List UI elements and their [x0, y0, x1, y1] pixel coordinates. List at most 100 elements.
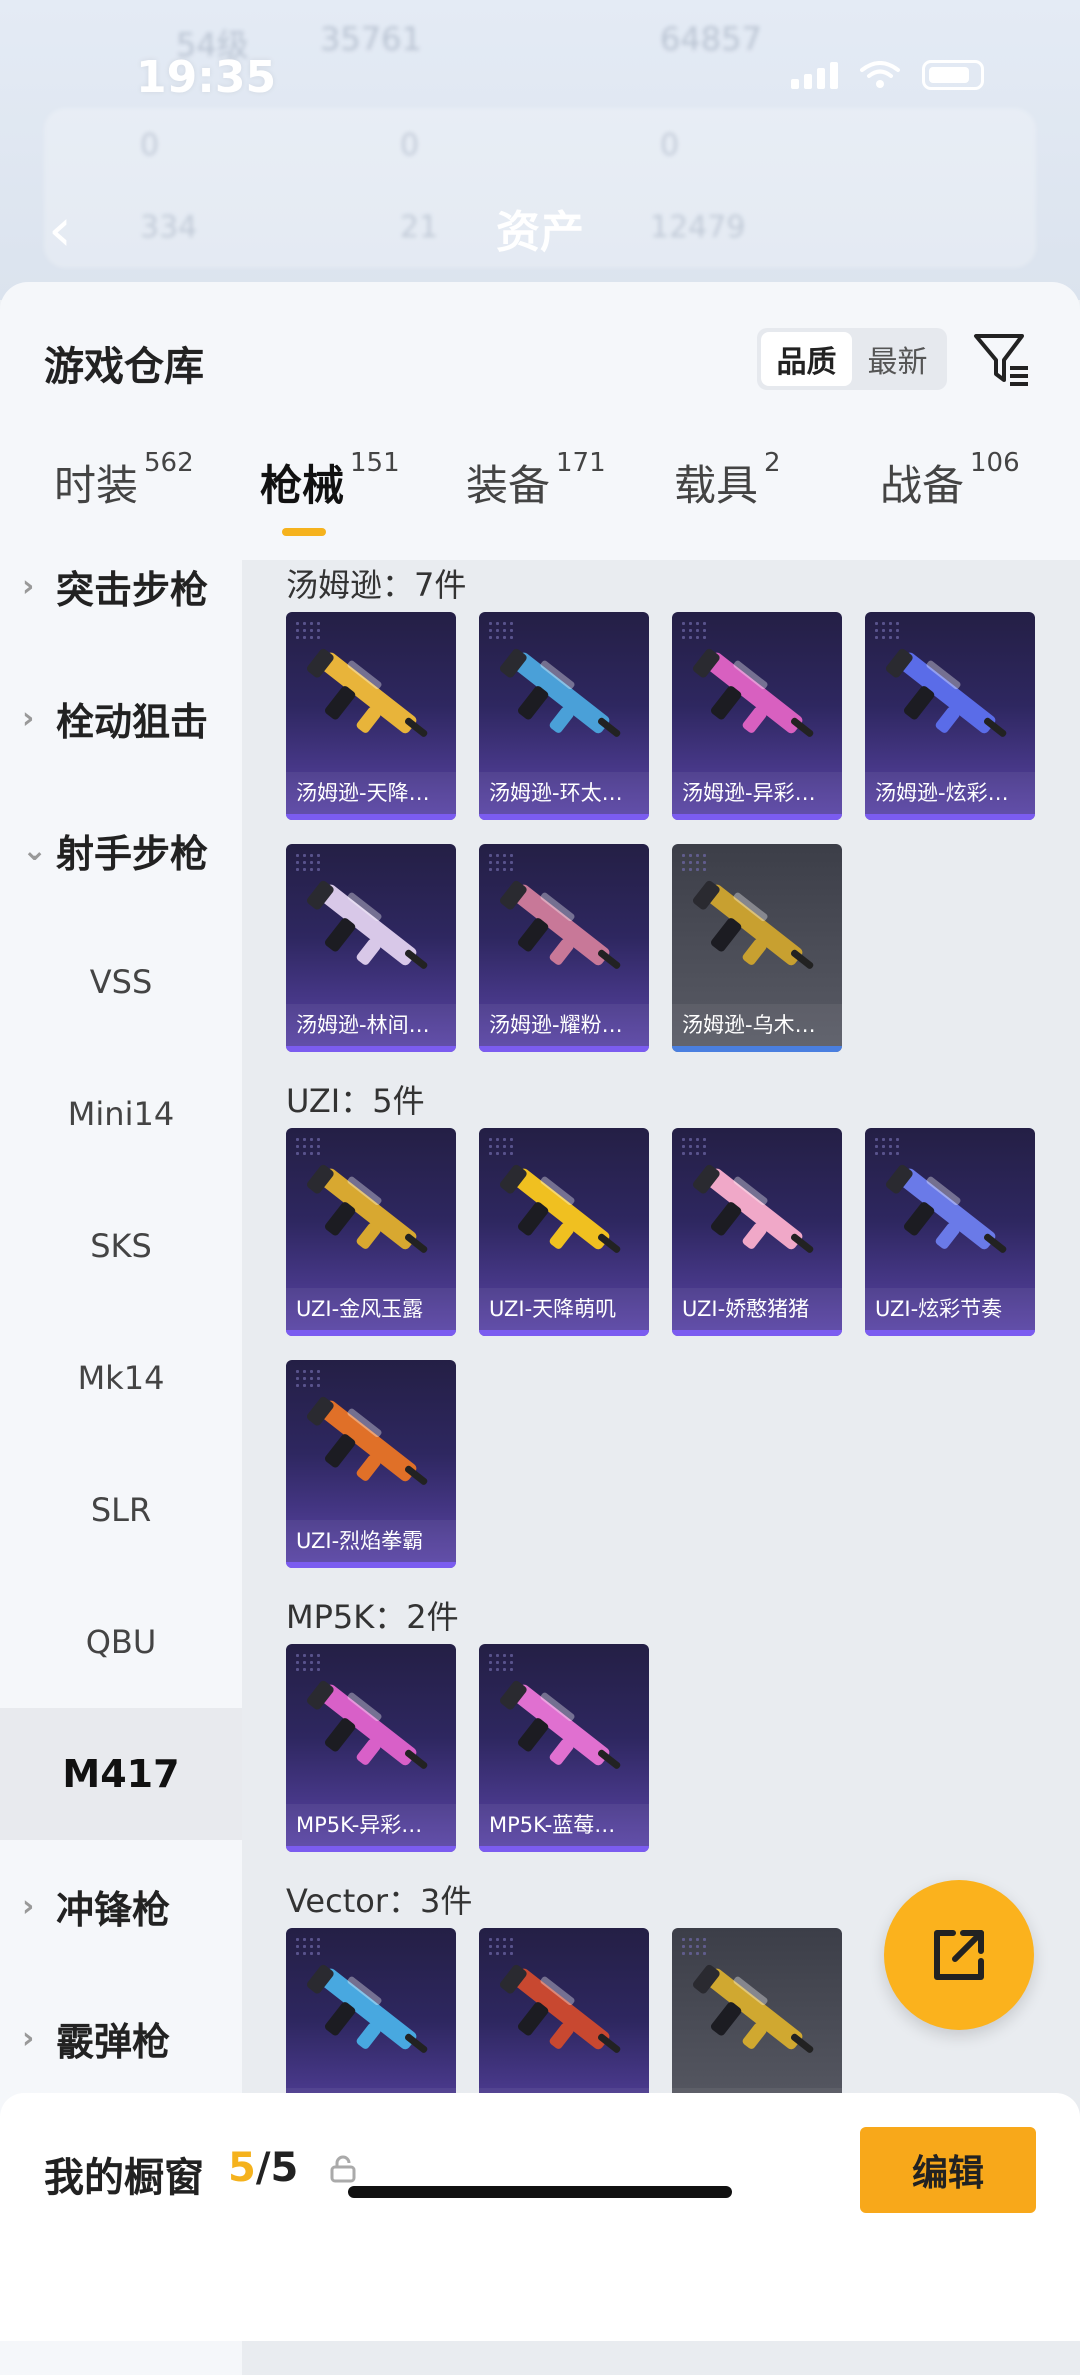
- tab-vehicles[interactable]: 载具 2: [674, 448, 781, 513]
- rarity-bar: [286, 1846, 456, 1852]
- weapon-icon: [885, 648, 1007, 737]
- back-chevron-icon[interactable]: ‹: [48, 195, 72, 265]
- bg-stat-6: 12479: [650, 210, 746, 245]
- signal-icon: [791, 61, 838, 89]
- weapon-skin-name: UZI-烈焰拳霸: [286, 1520, 456, 1562]
- weapon-skin-card[interactable]: 汤姆逊-耀粉…: [479, 844, 649, 1052]
- group-title: 汤姆逊：7件: [286, 566, 467, 604]
- weapon-icon: [499, 648, 621, 737]
- rarity-bar: [479, 814, 649, 820]
- coin-b-text: 64857: [660, 20, 762, 58]
- sidebar-item-label: SLR: [90, 1491, 152, 1529]
- rarity-bar: [672, 1330, 842, 1336]
- rarity-bar: [672, 814, 842, 820]
- weapon-skin-card[interactable]: MP5K-蓝莓…: [479, 1644, 649, 1852]
- coin-a-text: 35761: [320, 20, 422, 58]
- bg-stat-3: 0: [660, 128, 680, 163]
- sidebar-item[interactable]: Mk14: [0, 1312, 242, 1444]
- rarity-bar: [286, 814, 456, 820]
- sidebar-item-label: 射手步枪: [56, 831, 209, 876]
- tab-count: 151: [350, 448, 400, 478]
- weapon-skin-name: UZI-娇憨猪猪: [672, 1288, 842, 1330]
- chevron-right-icon: ›: [22, 700, 35, 736]
- weapon-skin-card[interactable]: 汤姆逊-环太…: [479, 612, 649, 820]
- edit-button[interactable]: 编辑: [860, 2127, 1036, 2213]
- weapon-skin-name: 汤姆逊-耀粉…: [479, 1004, 649, 1046]
- weapon-skin-name: 汤姆逊-林间…: [286, 1004, 456, 1046]
- background-header: 54级 35761 64857 0 0 0 334 21 12479 19:35…: [0, 0, 1080, 300]
- sidebar-item[interactable]: › 霰弹枪: [0, 1972, 242, 2104]
- chevron-right-icon: ›: [22, 2020, 35, 2056]
- warehouse-panel: 游戏仓库 品质 最新 时装 562 枪械 151 装备 171 载具 2 战备 106 ›…: [0, 282, 1080, 2375]
- sidebar-item[interactable]: SLR: [0, 1444, 242, 1576]
- sidebar-item[interactable]: VSS: [0, 916, 242, 1048]
- sidebar-item-label: 霰弹枪: [56, 2019, 171, 2064]
- weapon-icon: [499, 1964, 621, 2053]
- weapon-icon: [692, 1164, 814, 1253]
- sidebar-item-label: SKS: [90, 1227, 152, 1265]
- weapon-skin-card[interactable]: 汤姆逊-乌木…: [672, 844, 842, 1052]
- weapon-skin-card[interactable]: UZI-炫彩节奏: [865, 1128, 1035, 1336]
- rarity-bar: [479, 1330, 649, 1336]
- weapon-skin-name: UZI-天降萌叽: [479, 1288, 649, 1330]
- status-icons: [791, 60, 984, 90]
- sidebar-item-label: 栓动狙击: [56, 699, 209, 744]
- sidebar-item[interactable]: › 冲锋枪: [0, 1840, 242, 1972]
- sidebar-item[interactable]: › 栓动狙击: [0, 652, 242, 784]
- weapon-skin-card[interactable]: UZI-金风玉露: [286, 1128, 456, 1336]
- weapon-skin-card[interactable]: 汤姆逊-异彩…: [672, 612, 842, 820]
- tab-supplies[interactable]: 战备 106: [880, 448, 1020, 513]
- sidebar-item[interactable]: M417: [0, 1708, 242, 1840]
- weapon-icon: [306, 880, 428, 969]
- active-tab-indicator: [282, 528, 326, 536]
- tab-guns[interactable]: 枪械 151: [260, 448, 400, 513]
- sidebar-item[interactable]: ⌄ 射手步枪: [0, 784, 242, 916]
- showcase-bar: 我的橱窗 5/5 编辑: [0, 2093, 1080, 2341]
- tab-count: 562: [144, 448, 194, 478]
- weapon-skin-card[interactable]: 汤姆逊-天降…: [286, 612, 456, 820]
- sidebar-item[interactable]: SKS: [0, 1180, 242, 1312]
- sidebar-item-label: Mk14: [77, 1359, 165, 1397]
- sort-latest-button[interactable]: 最新: [852, 332, 943, 386]
- sidebar-item-label: VSS: [89, 963, 153, 1001]
- bg-stat-1: 0: [140, 128, 160, 163]
- showcase-label: 我的橱窗: [44, 2155, 204, 2201]
- weapon-icon: [499, 1164, 621, 1253]
- tab-count: 2: [764, 448, 781, 478]
- weapon-skin-card[interactable]: 汤姆逊-炫彩…: [865, 612, 1035, 820]
- showcase-current: 5: [228, 2145, 256, 2191]
- weapon-skin-card[interactable]: UZI-烈焰拳霸: [286, 1360, 456, 1568]
- sidebar-item-label: M417: [62, 1752, 180, 1796]
- sort-toggle: 品质 最新: [757, 328, 947, 390]
- tab-label: 载具: [674, 461, 759, 510]
- battery-icon: [922, 60, 984, 90]
- sidebar-item[interactable]: Mini14: [0, 1048, 242, 1180]
- tab-label: 时装: [54, 461, 139, 510]
- weapon-skin-card[interactable]: 汤姆逊-林间…: [286, 844, 456, 1052]
- weapon-icon: [306, 648, 428, 737]
- sidebar-item[interactable]: QBU: [0, 1576, 242, 1708]
- weapon-skin-card[interactable]: UZI-天降萌叽: [479, 1128, 649, 1336]
- weapon-icon: [306, 1164, 428, 1253]
- sidebar-item[interactable]: › 突击步枪: [0, 520, 242, 652]
- share-button[interactable]: [884, 1880, 1034, 2030]
- weapon-skin-name: MP5K-异彩…: [286, 1804, 456, 1846]
- weapon-skin-name: 汤姆逊-异彩…: [672, 772, 842, 814]
- home-indicator: [348, 2186, 732, 2198]
- weapon-skin-card[interactable]: MP5K-异彩…: [286, 1644, 456, 1852]
- filter-icon[interactable]: [972, 330, 1032, 390]
- sidebar-item-label: 突击步枪: [56, 567, 209, 612]
- weapon-icon: [885, 1164, 1007, 1253]
- showcase-count: 5/5: [228, 2145, 298, 2191]
- sidebar-item-label: QBU: [85, 1623, 157, 1661]
- sort-quality-button[interactable]: 品质: [761, 332, 852, 386]
- tab-equipment[interactable]: 装备 171: [466, 448, 606, 513]
- weapon-skin-name: MP5K-蓝莓…: [479, 1804, 649, 1846]
- weapon-skin-name: UZI-金风玉露: [286, 1288, 456, 1330]
- weapon-icon: [692, 880, 814, 969]
- tab-fashion[interactable]: 时装 562: [54, 448, 194, 513]
- chevron-right-icon: ›: [22, 568, 35, 604]
- weapon-skin-card[interactable]: UZI-娇憨猪猪: [672, 1128, 842, 1336]
- group-title: Vector：3件: [286, 1882, 473, 1920]
- chevron-right-icon: ›: [22, 1888, 35, 1924]
